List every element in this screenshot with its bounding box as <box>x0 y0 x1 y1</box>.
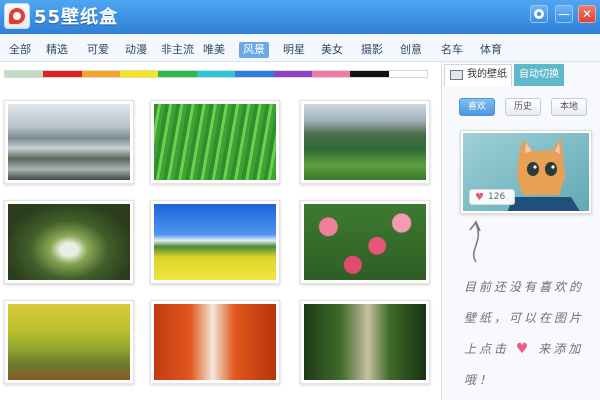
history-filter-button[interactable]: 历史 <box>505 98 541 116</box>
cat-photo: ♥ 126 <box>463 133 589 211</box>
wallpaper-image <box>8 204 130 280</box>
category-beauty[interactable]: 美女 <box>321 42 343 58</box>
category-cars[interactable]: 名车 <box>441 42 463 58</box>
curved-arrow-icon <box>469 220 481 263</box>
like-filter-button[interactable]: 喜欢 <box>459 98 495 116</box>
close-button[interactable]: ✕ <box>578 5 596 23</box>
wallpaper-image <box>304 304 426 380</box>
my-wallpaper-panel: 我的壁纸 自动切换 喜欢 历史 本地 ♥ 126 目前还没有喜欢的壁纸，可以在图… <box>441 62 600 400</box>
category-sports[interactable]: 体育 <box>480 42 502 58</box>
wallpaper-image <box>154 204 276 280</box>
category-all[interactable]: 全部 <box>9 42 31 58</box>
logo-dot-icon <box>13 12 21 20</box>
color-filter-strip <box>4 70 428 78</box>
wallpaper-image <box>8 104 130 180</box>
tab-my-wallpapers[interactable]: 我的壁纸 <box>444 64 512 86</box>
wallpaper-thumb-tree-tunnel-house[interactable] <box>4 200 134 284</box>
wallpaper-image <box>304 204 426 280</box>
wallpaper-thumb-forest-boardwalk[interactable] <box>300 300 430 384</box>
category-scenery[interactable]: 风景 <box>239 42 269 58</box>
settings-button[interactable] <box>530 5 548 23</box>
category-photography[interactable]: 摄影 <box>361 42 383 58</box>
wallpaper-thumb-rapeseed-field[interactable] <box>150 200 280 284</box>
color-filter-swatch[interactable] <box>158 71 197 77</box>
title-bar: 55壁纸盒 — ✕ <box>0 0 600 34</box>
tab-my-wallpapers-label: 我的壁纸 <box>467 69 507 80</box>
category-stars[interactable]: 明星 <box>283 42 305 58</box>
color-filter-swatch[interactable] <box>235 71 274 77</box>
color-filter-swatch[interactable] <box>273 71 312 77</box>
category-aesthetic[interactable]: 唯美 <box>203 42 225 58</box>
color-filter-swatch[interactable] <box>350 71 389 77</box>
category-cute[interactable]: 可爱 <box>87 42 109 58</box>
color-filter-swatch[interactable] <box>196 71 236 77</box>
liked-wallpaper-card[interactable]: ♥ 126 <box>460 130 592 214</box>
tab-auto-switch[interactable]: 自动切换 <box>514 64 564 86</box>
app-logo <box>4 3 30 29</box>
wallpaper-thumb-mountain-valley[interactable] <box>300 100 430 184</box>
color-filter-swatch[interactable] <box>311 71 351 77</box>
wallpaper-thumb-rice-terraces[interactable] <box>4 100 134 184</box>
wallpaper-thumb-red-maple-avenue[interactable] <box>150 300 280 384</box>
category-anime[interactable]: 动漫 <box>125 42 147 58</box>
minimize-button[interactable]: — <box>555 5 573 23</box>
color-filter-swatch[interactable] <box>388 71 427 77</box>
color-filter-swatch[interactable] <box>81 71 121 77</box>
wallpaper-thumb-autumn-trees[interactable] <box>4 300 134 384</box>
empty-hint: 目前还没有喜欢的壁纸，可以在图片上点击 ♥ 来添加哦！ <box>464 272 594 396</box>
color-filter-swatch[interactable] <box>120 71 159 77</box>
like-count: 126 <box>488 192 506 202</box>
color-filter-swatch[interactable] <box>5 71 44 77</box>
category-bar: 全部 精选 可爱 动漫 非主流 唯美 风景 明星 美女 摄影 创意 名车 体育 <box>0 34 600 62</box>
wallpaper-thumb-red-flowers[interactable] <box>300 200 430 284</box>
wallpaper-image <box>304 104 426 180</box>
app-title: 55壁纸盒 <box>34 7 119 28</box>
category-nonmainstream[interactable]: 非主流 <box>161 42 194 58</box>
wallpaper-thumb-green-grass[interactable] <box>150 100 280 184</box>
heart-icon: ♥ <box>515 341 532 357</box>
picture-icon <box>450 70 463 80</box>
like-count-badge[interactable]: ♥ 126 <box>469 189 515 205</box>
wallpaper-image <box>154 304 276 380</box>
heart-icon: ♥ <box>475 192 484 203</box>
app-window: 55壁纸盒 — ✕ 全部 精选 可爱 动漫 非主流 唯美 风景 明星 美女 摄影… <box>0 0 600 400</box>
gear-icon <box>534 9 544 19</box>
color-filter-swatch[interactable] <box>43 71 82 77</box>
category-featured[interactable]: 精选 <box>46 42 68 58</box>
local-filter-button[interactable]: 本地 <box>551 98 587 116</box>
wallpaper-image <box>154 104 276 180</box>
wallpaper-grid <box>0 96 440 400</box>
category-creative[interactable]: 创意 <box>400 42 422 58</box>
wallpaper-image <box>8 304 130 380</box>
